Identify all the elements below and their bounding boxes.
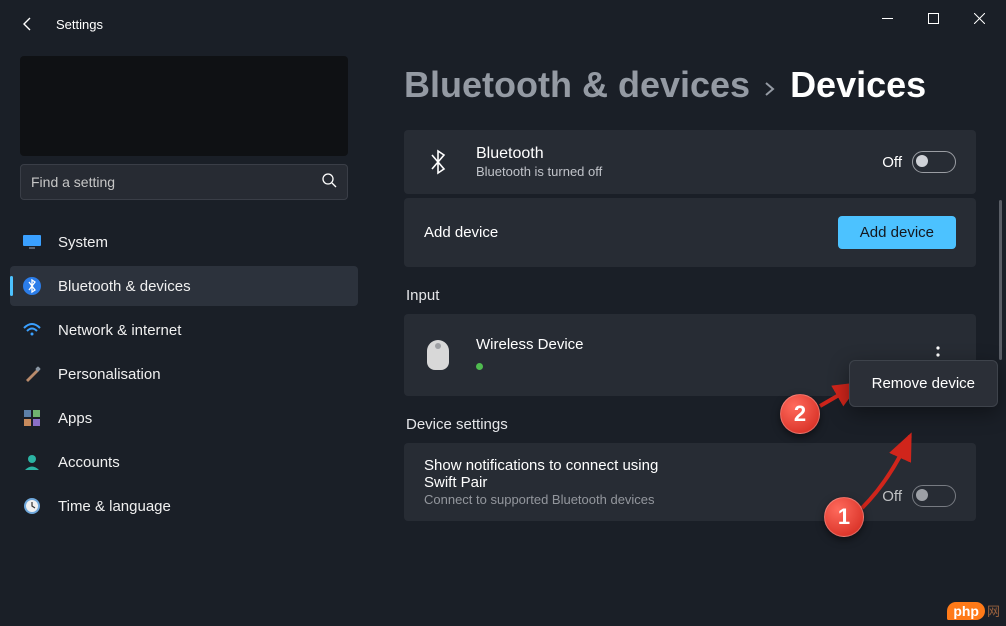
bluetooth-title: Bluetooth [476,145,882,163]
annotation-badge-2: 2 [780,394,820,434]
sidebar-item-time-language[interactable]: Time & language [10,486,358,526]
maximize-icon [928,13,939,24]
titlebar: Settings [0,0,1006,48]
close-button[interactable] [956,2,1002,34]
apps-icon [22,408,42,428]
sidebar: System Bluetooth & devices Network & int… [0,48,368,626]
bluetooth-toggle[interactable] [912,151,956,173]
sidebar-item-label: Bluetooth & devices [58,278,191,295]
sidebar-item-label: Apps [58,410,92,427]
swift-pair-sub: Connect to supported Bluetooth devices [424,492,882,507]
bluetooth-icon [22,276,42,296]
sidebar-item-bluetooth-devices[interactable]: Bluetooth & devices [10,266,358,306]
toggle-state-label: Off [882,154,902,171]
sidebar-item-label: Network & internet [58,322,181,339]
swift-pair-line2: Swift Pair [424,474,882,491]
sidebar-item-apps[interactable]: Apps [10,398,358,438]
profile-area[interactable] [20,56,348,156]
watermark: php网 [947,601,1000,620]
breadcrumb: Bluetooth & devices Devices [404,64,976,106]
sidebar-item-system[interactable]: System [10,222,358,262]
search-icon [321,172,337,193]
add-device-label: Add device [424,224,838,241]
annotation-badge-1: 1 [824,497,864,537]
close-icon [974,13,985,24]
wifi-icon [22,320,42,340]
sidebar-item-label: System [58,234,108,251]
add-device-button[interactable]: Add device [838,216,956,249]
bluetooth-subtitle: Bluetooth is turned off [476,164,882,179]
maximize-button[interactable] [910,2,956,34]
section-input-title: Input [406,287,976,304]
search-input[interactable] [31,174,321,190]
brush-icon [22,364,42,384]
breadcrumb-current: Devices [790,64,926,106]
scrollbar[interactable] [999,200,1002,360]
add-device-card: Add device Add device [404,198,976,267]
person-icon [22,452,42,472]
back-button[interactable] [4,0,52,48]
breadcrumb-parent[interactable]: Bluetooth & devices [404,64,750,106]
content-pane: Bluetooth & devices Devices Bluetooth Bl… [368,48,1006,626]
device-context-menu: Remove device [849,360,998,407]
sidebar-item-label: Personalisation [58,366,161,383]
sidebar-item-label: Accounts [58,454,120,471]
sidebar-item-personalisation[interactable]: Personalisation [10,354,358,394]
search-box[interactable] [20,164,348,200]
minimize-icon [882,13,893,24]
swift-pair-line1: Show notifications to connect using [424,457,882,474]
sidebar-item-label: Time & language [58,498,171,515]
bluetooth-card: Bluetooth Bluetooth is turned off Off [404,130,976,194]
annotation-arrow-1 [860,430,930,515]
clock-icon [22,496,42,516]
status-indicator [476,363,483,370]
bluetooth-icon [424,149,452,175]
nav-list: System Bluetooth & devices Network & int… [10,218,358,626]
minimize-button[interactable] [864,2,910,34]
remove-device-menu-item[interactable]: Remove device [854,365,993,402]
app-title: Settings [56,17,103,32]
sidebar-item-accounts[interactable]: Accounts [10,442,358,482]
device-name: Wireless Device [476,336,920,353]
arrow-left-icon [20,16,36,32]
sidebar-item-network[interactable]: Network & internet [10,310,358,350]
mouse-icon [424,340,452,370]
chevron-right-icon [764,80,776,103]
monitor-icon [22,232,42,252]
